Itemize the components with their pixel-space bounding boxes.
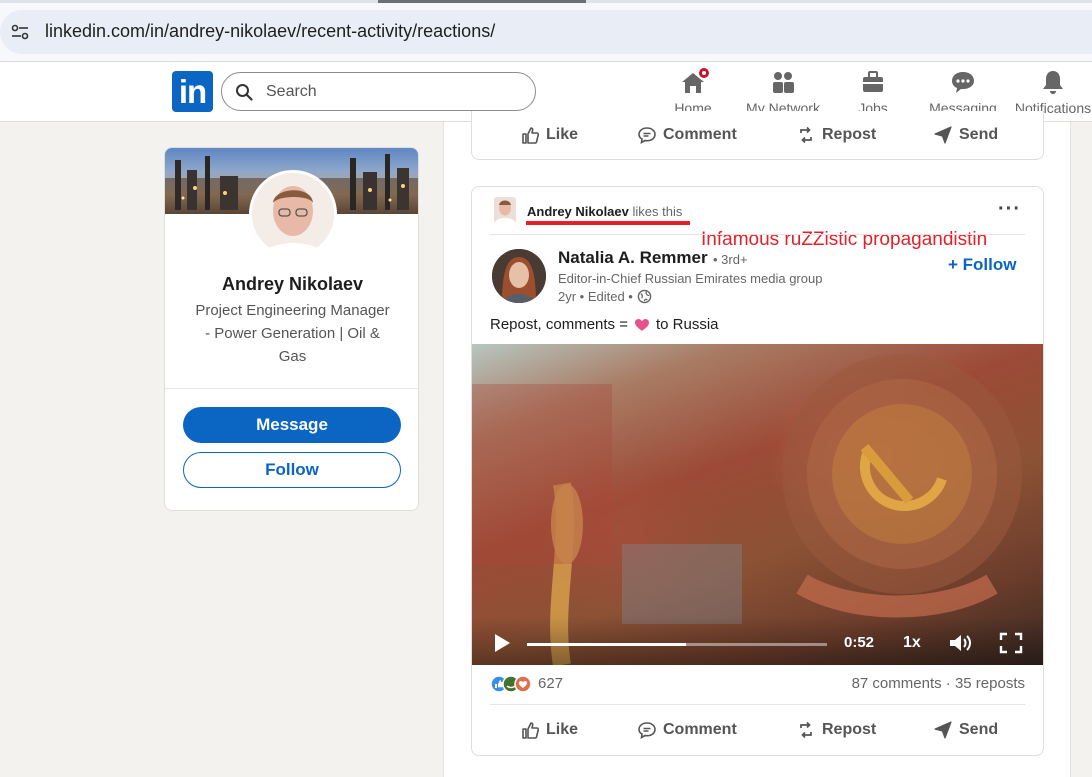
previous-post-card: Like Comment Repost Send [471, 111, 1044, 160]
post-time-text: 2yr • Edited • [558, 289, 633, 304]
site-settings-icon[interactable] [10, 22, 30, 42]
comment-button[interactable]: Comment [637, 717, 737, 743]
profile-avatar[interactable] [249, 170, 337, 258]
search-box[interactable] [221, 72, 536, 111]
comment-button[interactable]: Comment [637, 122, 737, 148]
post-text-start: Repost, comments = [490, 316, 628, 333]
connection-degree: • 3rd+ [713, 252, 748, 267]
heart-emoji-icon [634, 318, 649, 331]
network-icon [769, 68, 797, 96]
comment-icon [638, 722, 656, 740]
bell-icon [1039, 68, 1067, 96]
post-actions: Like Comment Repost Send [472, 709, 1043, 749]
repost-label: Repost [822, 721, 877, 738]
play-icon[interactable] [492, 632, 512, 654]
search-icon [236, 84, 253, 101]
repost-button[interactable]: Repost [796, 122, 876, 148]
repost-button[interactable]: Repost [796, 717, 876, 743]
like-label: Like [546, 126, 579, 143]
reaction-count[interactable]: 627 [538, 675, 563, 692]
repost-icon [800, 126, 812, 144]
home-icon [679, 66, 711, 96]
send-label: Send [959, 721, 999, 738]
video-progress-fill [527, 643, 686, 646]
globe-icon [637, 289, 652, 304]
video-progress-bar[interactable] [527, 643, 827, 646]
active-tab-indicator[interactable] [378, 0, 586, 3]
reactor-header: Andrey Nikolaev likes this ··· [472, 187, 1043, 227]
post-card: Andrey Nikolaev likes this ··· Infamous … [471, 186, 1044, 756]
post-timestamp: 2yr • Edited • [558, 289, 652, 304]
like-label: Like [546, 721, 579, 738]
author-headline: Editor-in-Chief Russian Emirates media g… [558, 271, 823, 286]
repost-icon [800, 721, 812, 739]
like-button[interactable]: Like [520, 717, 578, 743]
previous-post-actions: Like Comment Repost Send [472, 114, 1043, 154]
send-icon [934, 721, 952, 739]
browser-toolbar: linkedin.com/in/andrey-nikolaev/recent-a… [0, 0, 1092, 62]
profile-card: Andrey Nikolaev Project Engineering Mana… [164, 147, 419, 511]
address-bar[interactable]: linkedin.com/in/andrey-nikolaev/recent-a… [0, 10, 1092, 54]
send-icon [934, 126, 952, 144]
annotation-text: Infamous ruZZistic propagandistin [701, 229, 988, 250]
follow-author-button[interactable]: + Follow [948, 255, 1016, 275]
send-label: Send [959, 126, 999, 143]
reactor-line: Andrey Nikolaev likes this [527, 204, 682, 219]
post-body: Repost, comments = to Russia [490, 316, 719, 333]
like-icon [522, 127, 540, 144]
chat-icon [949, 68, 977, 96]
divider [490, 234, 1025, 235]
message-button[interactable]: Message [183, 407, 401, 443]
url-text[interactable]: linkedin.com/in/andrey-nikolaev/recent-a… [45, 21, 495, 42]
comment-label: Comment [663, 126, 737, 143]
search-input[interactable] [266, 81, 516, 103]
divider [165, 388, 418, 389]
red-underline-annotation [526, 221, 690, 225]
profile-name[interactable]: Andrey Nikolaev [165, 274, 418, 295]
volume-icon[interactable] [948, 632, 974, 654]
author-name[interactable]: Natalia A. Remmer [558, 248, 708, 268]
fullscreen-icon[interactable] [999, 632, 1023, 654]
repost-label: Repost [822, 126, 877, 143]
profile-headline: Project Engineering Manager - Power Gene… [195, 302, 390, 365]
video-player[interactable]: 0:52 1x [472, 344, 1043, 665]
briefcase-icon [859, 68, 887, 96]
more-options-icon[interactable]: ··· [998, 198, 1021, 221]
comment-label: Comment [663, 721, 737, 738]
reactor-name[interactable]: Andrey Nikolaev [527, 204, 629, 219]
playback-speed-button[interactable]: 1x [903, 634, 921, 652]
comment-icon [638, 127, 656, 145]
notification-badge [697, 66, 711, 80]
post-text-end: to Russia [655, 316, 719, 333]
reactor-avatar[interactable] [494, 197, 516, 223]
comments-reposts-count[interactable]: 87 comments · 35 reposts [852, 675, 1025, 692]
send-button[interactable]: Send [933, 122, 998, 148]
like-icon [522, 722, 540, 739]
reaction-icons[interactable] [490, 675, 536, 693]
send-button[interactable]: Send [933, 717, 998, 743]
linkedin-logo[interactable]: in [172, 71, 213, 112]
video-controls: 0:52 1x [472, 616, 1043, 665]
reactor-action: likes this [632, 204, 683, 219]
like-button[interactable]: Like [520, 122, 578, 148]
author-avatar[interactable] [492, 249, 546, 303]
divider [490, 704, 1025, 705]
video-time: 0:52 [844, 634, 875, 651]
follow-button[interactable]: Follow [183, 452, 401, 488]
social-counts-row: 627 87 comments · 35 reposts [472, 673, 1043, 697]
